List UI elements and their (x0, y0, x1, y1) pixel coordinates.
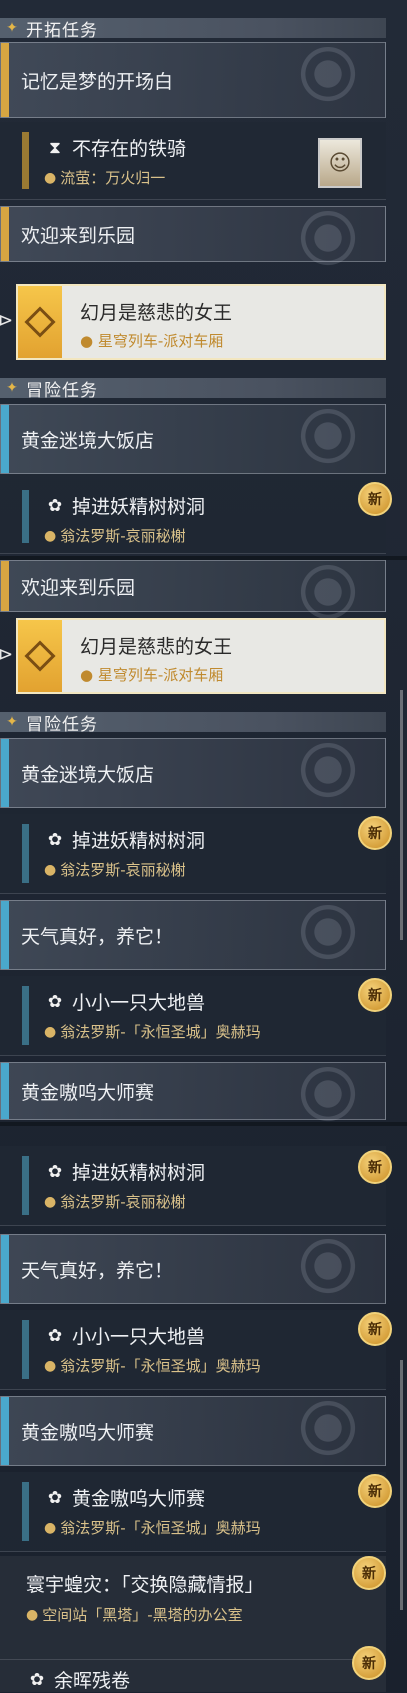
puzzle-quest-icon: ✿ (47, 1161, 63, 1182)
new-badge-icon: 新 (358, 1474, 392, 1508)
location-pin-icon: ● (80, 665, 98, 684)
section-adventure: ✦ 冒险任务 (0, 378, 386, 401)
quest-card-weather[interactable]: 天气真好，养它！ (0, 900, 386, 970)
location-pin-icon: ● (44, 861, 57, 878)
hourglass-icon: ⧗ (49, 137, 61, 158)
quest-item-queen-selected[interactable]: 幻月是慈悲的女王 ● 星穹列车-派对车厢 (16, 618, 386, 694)
puzzle-quest-icon: ✿ (29, 1669, 45, 1690)
scrollbar[interactable] (400, 1360, 403, 1610)
quest-card-contest[interactable]: 黄金嗷呜大师赛 (0, 1396, 386, 1466)
quest-card-welcome[interactable]: 欢迎来到乐园 (0, 560, 386, 625)
new-badge-icon: 新 (352, 1556, 386, 1590)
new-badge-icon: 新 (358, 978, 392, 1012)
quest-item-contest[interactable]: ✿ 黄金嗷呜大师赛 ● 翁法罗斯-「永恒圣城」奥赫玛 (0, 1472, 386, 1552)
quest-item-beast[interactable]: ✿ 小小一只大地兽 ● 翁法罗斯-「永恒圣城」奥赫玛 (0, 976, 386, 1056)
quest-item-knight[interactable]: ⧗ 不存在的铁骑 ● 流萤：万火归一 ☺ (0, 122, 386, 200)
watermark-icon (283, 47, 373, 107)
quest-card-contest[interactable]: 黄金嗷呜大师赛 (0, 1062, 386, 1127)
trailblaze-icon: ✦ (6, 20, 18, 36)
watermark-icon (283, 1239, 373, 1299)
location-pin-icon: ● (80, 331, 98, 350)
scrollbar[interactable] (400, 690, 403, 940)
quest-item-queen-selected[interactable]: 幻月是慈悲的女王 ● 星穹列车-派对车厢 (16, 284, 386, 360)
location-pin-icon: ● (26, 1606, 39, 1623)
watermark-icon (283, 1067, 373, 1127)
watermark-icon (283, 905, 373, 965)
quest-list: ✦ 开拓任务 记忆是梦的开场白 ⧗ 不存在的铁骑 ● 流萤：万火归一 ☺ 欢迎来到乐… (0, 0, 407, 1692)
new-badge-icon: 新 (358, 1150, 392, 1184)
watermark-icon (283, 211, 373, 271)
quest-item-remnant[interactable]: ✿ 余晖残卷 (0, 1660, 386, 1692)
section-trailblaze: ✦ 开拓任务 (0, 18, 386, 41)
quest-card-hotel[interactable]: 黄金迷境大饭店 (0, 738, 386, 808)
adventure-icon: ✦ (6, 380, 18, 396)
watermark-icon (283, 409, 373, 469)
selected-arrow-icon: ⊳ (0, 644, 14, 665)
quest-gem-icon (18, 620, 62, 692)
location-pin-icon: ● (44, 527, 57, 544)
puzzle-quest-icon: ✿ (47, 829, 63, 850)
quest-card-memory[interactable]: 记忆是梦的开场白 (0, 42, 386, 118)
puzzle-quest-icon: ✿ (47, 1325, 63, 1346)
puzzle-quest-icon: ✿ (47, 991, 63, 1012)
adventure-icon: ✦ (6, 714, 18, 730)
watermark-icon (283, 743, 373, 803)
new-badge-icon: 新 (358, 1312, 392, 1346)
puzzle-quest-icon: ✿ (47, 1487, 63, 1508)
puzzle-quest-icon: ✿ (47, 495, 63, 516)
location-pin-icon: ● (44, 1193, 57, 1210)
section-adventure: ✦ 冒险任务 (0, 712, 386, 735)
quest-item-plague[interactable]: 寰宇蝗灾：「交换隐藏情报」 ● 空间站「黑塔」-黑塔的办公室 (0, 1556, 386, 1660)
quest-gem-icon (18, 286, 62, 358)
character-avatar: ☺ (318, 138, 362, 188)
new-badge-icon: 新 (352, 1646, 386, 1680)
quest-card-welcome[interactable]: 欢迎来到乐园 (0, 206, 386, 271)
quest-card-weather[interactable]: 天气真好，养它！ (0, 1234, 386, 1304)
watermark-icon (283, 565, 373, 625)
quest-item-fairy[interactable]: ✿ 掉进妖精树树洞 ● 翁法罗斯-哀丽秘榭 (0, 480, 386, 554)
location-pin-icon: ● (44, 169, 57, 186)
quest-item-fairy[interactable]: ✿ 掉进妖精树树洞 ● 翁法罗斯-哀丽秘榭 (0, 814, 386, 894)
watermark-icon (283, 1401, 373, 1461)
quest-item-fairy[interactable]: ✿ 掉进妖精树树洞 ● 翁法罗斯-哀丽秘榭 (0, 1146, 386, 1226)
new-badge-icon: 新 (358, 482, 392, 516)
location-pin-icon: ● (44, 1023, 57, 1040)
quest-item-beast[interactable]: ✿ 小小一只大地兽 ● 翁法罗斯-「永恒圣城」奥赫玛 (0, 1310, 386, 1390)
location-pin-icon: ● (44, 1357, 57, 1374)
new-badge-icon: 新 (358, 816, 392, 850)
selected-arrow-icon: ⊳ (0, 310, 14, 331)
location-pin-icon: ● (44, 1519, 57, 1536)
quest-card-hotel[interactable]: 黄金迷境大饭店 (0, 404, 386, 474)
